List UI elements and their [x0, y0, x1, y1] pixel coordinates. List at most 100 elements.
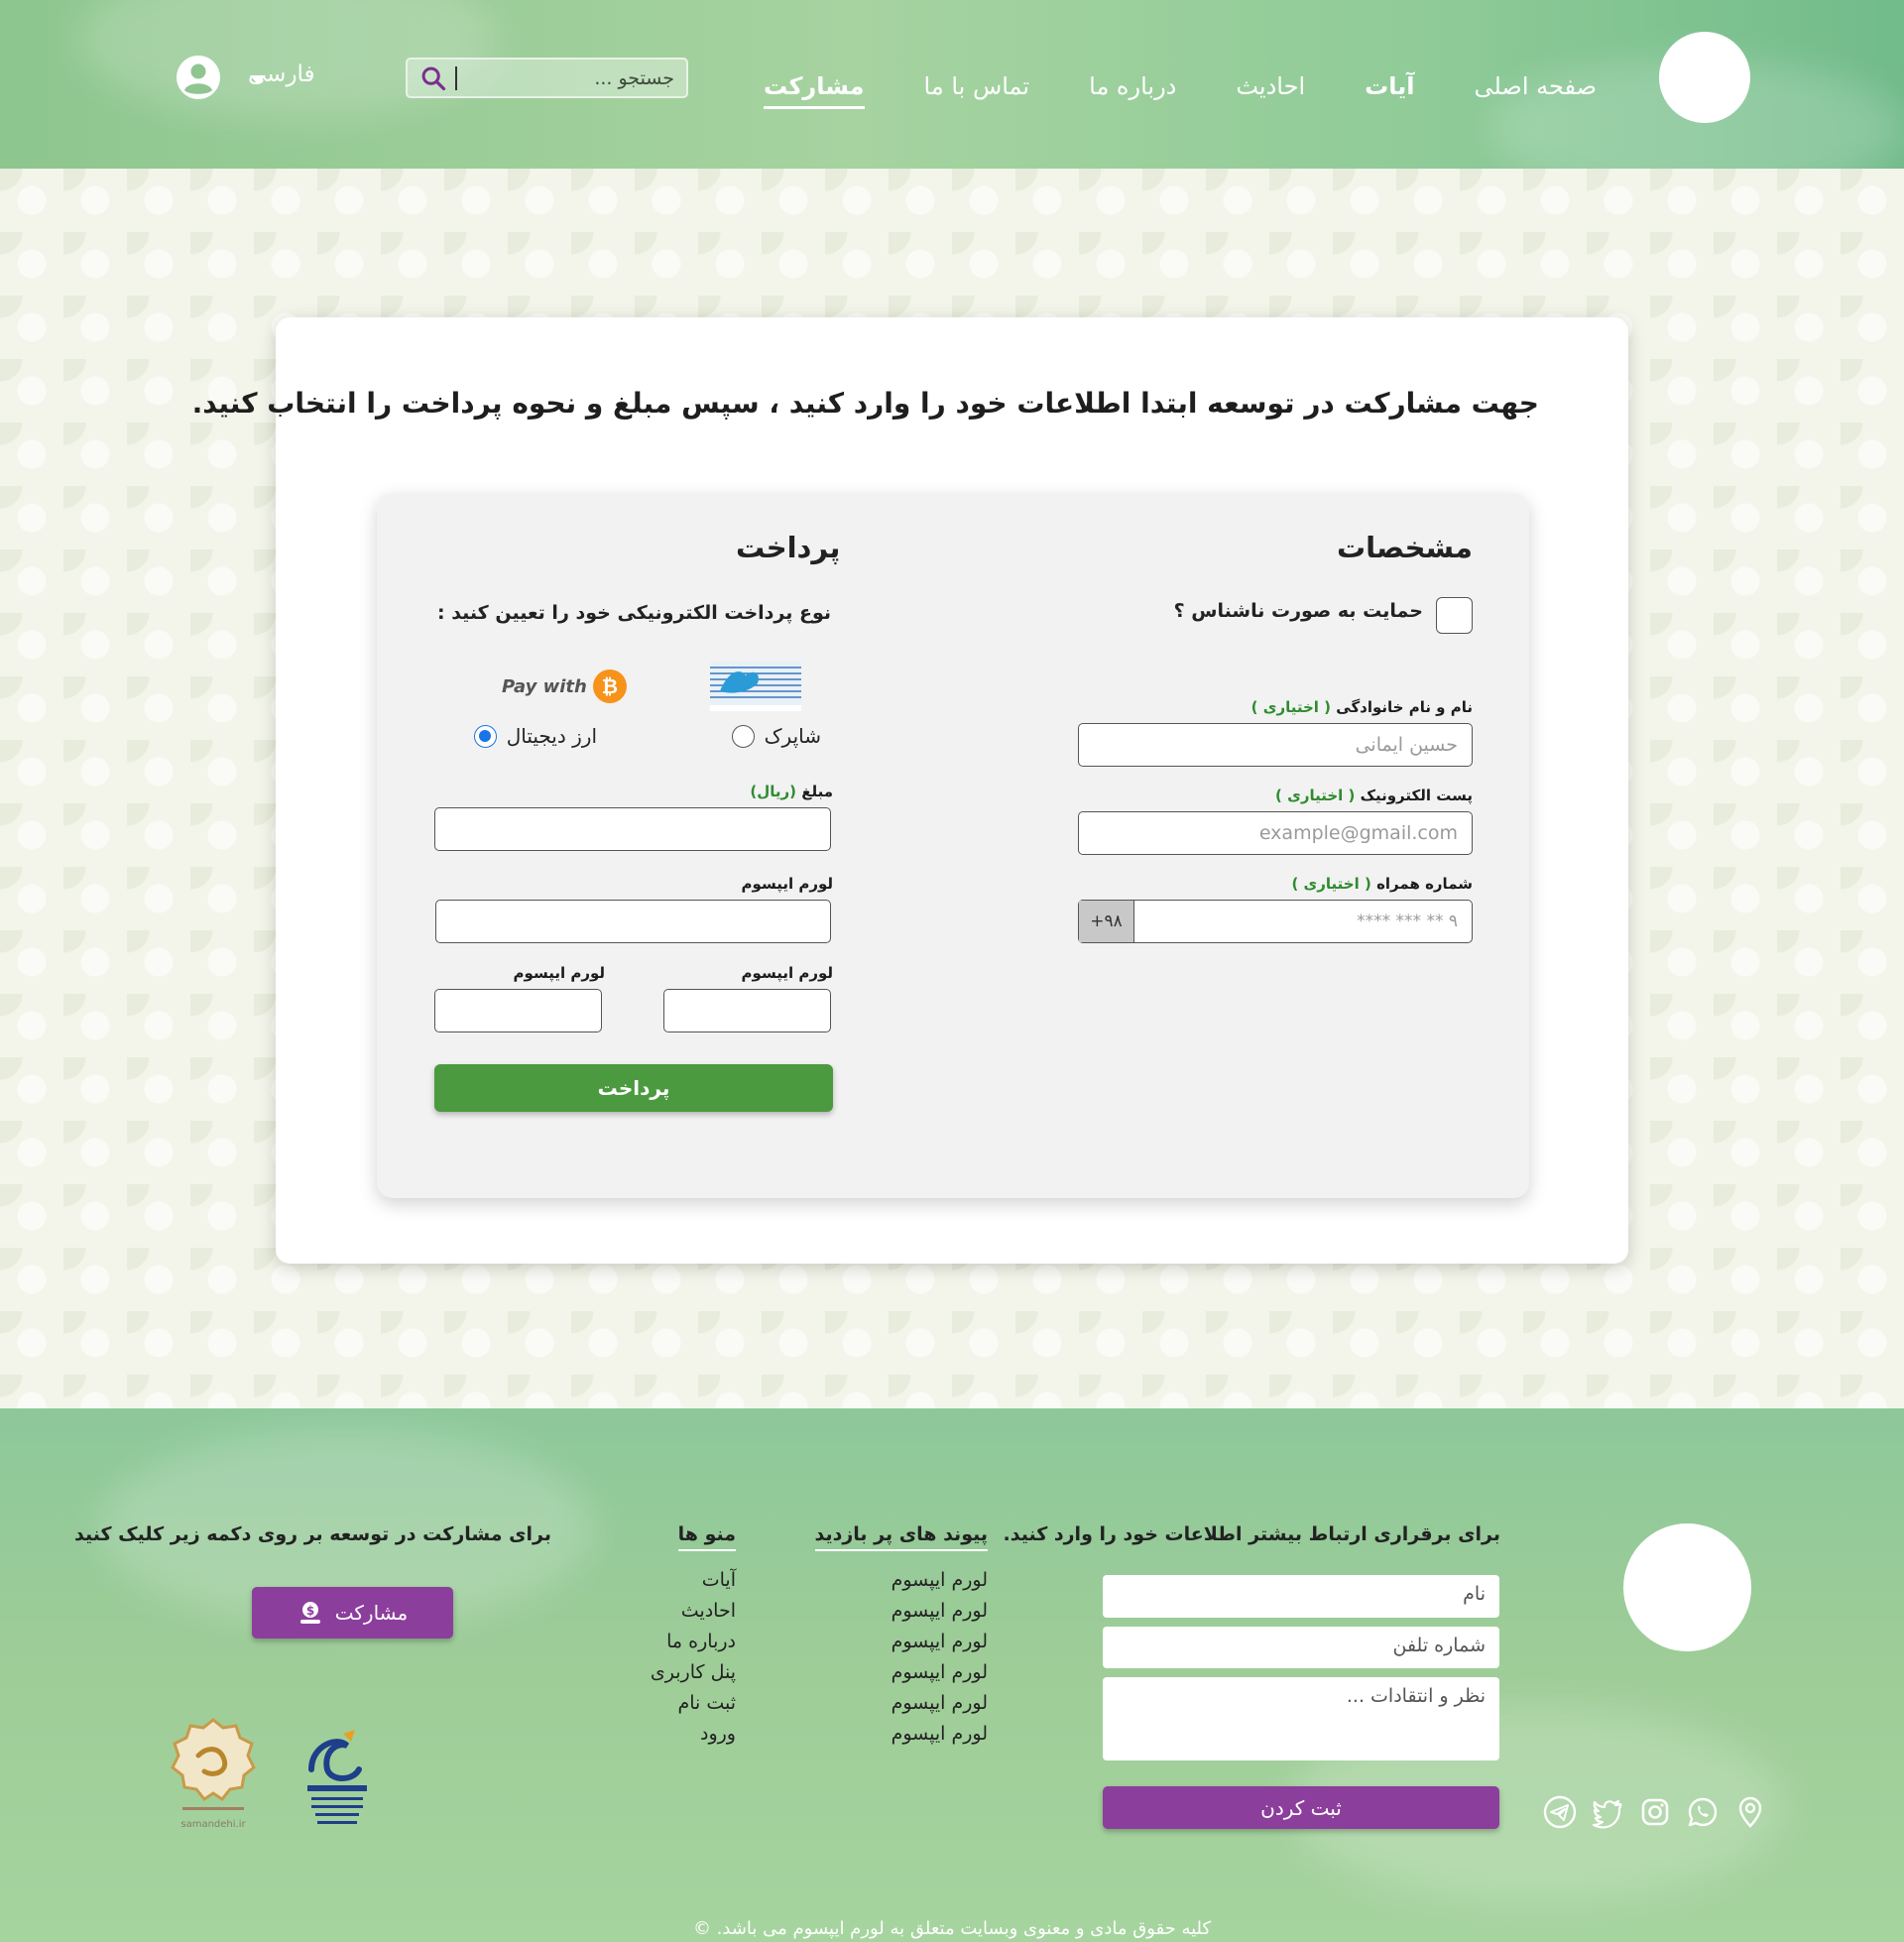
phone-placeholder: ۹ ** *** ****: [1357, 911, 1458, 931]
radio-button-selected[interactable]: [473, 724, 497, 748]
menu-heading: منو ها: [677, 1523, 736, 1551]
search-icon[interactable]: [419, 64, 447, 92]
nav-participate[interactable]: مشارکت: [764, 68, 865, 109]
copyright-text: کلیه حقوق مادی و معنوی وبسایت متعلق به ل…: [0, 1918, 1904, 1939]
crypto-label: ارز دیجیتال: [506, 724, 597, 748]
shaparak-logo: [710, 662, 801, 711]
popular-link[interactable]: لورم ایپسوم: [892, 1627, 988, 1657]
copyright-icon: ©: [692, 1918, 711, 1939]
optional-hint: ( اختیاری ): [1250, 698, 1332, 716]
field3-label: لورم ایپسوم: [741, 964, 833, 982]
popular-links-heading: پیوند های پر بازدید: [814, 1523, 988, 1551]
details-title: مشخصات: [1337, 531, 1473, 564]
footer-menu-item[interactable]: آیات: [651, 1565, 736, 1596]
name-label-text: نام و نام خانوادگی: [1336, 698, 1473, 716]
name-field[interactable]: حسین ایمانی: [1078, 723, 1473, 767]
popular-link[interactable]: لورم ایپسوم: [892, 1596, 988, 1627]
payment-type-label: نوع پرداخت الکترونیکی خود را تعیین کنید …: [436, 602, 831, 624]
participate-button[interactable]: مشارکت $: [252, 1587, 453, 1639]
site-footer: برای برقراری ارتباط بیشتر اطلاعات خود را…: [0, 1408, 1904, 1942]
footer-menu-item[interactable]: پنل کاربری: [651, 1657, 736, 1688]
samandehi-text: samandehi.ir: [180, 1819, 246, 1830]
phone-label: شماره همراه ( اختیاری ): [1291, 875, 1473, 893]
search-input[interactable]: جستجو ...: [406, 58, 688, 98]
page-heading: جهت مشارکت در توسعه ابتدا اطلاعات خود را…: [191, 387, 1539, 420]
footer-menu-item[interactable]: درباره ما: [651, 1627, 736, 1657]
radio-button[interactable]: [731, 724, 755, 748]
submit-label: ثبت کردن: [1260, 1795, 1342, 1820]
popular-links-list: لورم ایپسوم لورم ایپسوم لورم ایپسوم لورم…: [892, 1565, 988, 1750]
whatsapp-icon[interactable]: [1686, 1795, 1720, 1829]
footer-menu-item[interactable]: احادیث: [651, 1596, 736, 1627]
footer-menu-item[interactable]: ورود: [651, 1719, 736, 1750]
radio-crypto[interactable]: ارز دیجیتال: [473, 724, 597, 748]
svg-text:$: $: [306, 1604, 314, 1618]
telegram-icon[interactable]: [1543, 1795, 1577, 1829]
pay-button[interactable]: پرداخت: [434, 1064, 833, 1112]
samandehi-badge[interactable]: samandehi.ir: [169, 1716, 258, 1835]
social-icons: [1543, 1795, 1767, 1829]
contact-phone-field[interactable]: شماره تلفن: [1103, 1627, 1499, 1668]
payment-field-2[interactable]: [435, 900, 831, 943]
submit-contact-button[interactable]: ثبت کردن: [1103, 1786, 1499, 1829]
amount-label: مبلغ (ریال): [750, 783, 833, 800]
enamad-badge[interactable]: [298, 1726, 377, 1835]
amount-field[interactable]: [434, 807, 831, 851]
popular-link[interactable]: لورم ایپسوم: [892, 1565, 988, 1596]
amount-unit: (ریال): [750, 783, 796, 800]
name-label: نام و نام خانوادگی ( اختیاری ): [1251, 698, 1473, 716]
popular-link[interactable]: لورم ایپسوم: [892, 1719, 988, 1750]
payment-field-4[interactable]: [434, 989, 602, 1032]
radio-shaparak[interactable]: شاپرک: [731, 724, 821, 748]
amount-label-text: مبلغ: [801, 783, 833, 800]
shaparak-label: شاپرک: [764, 724, 821, 748]
optional-hint: ( اختیاری ): [1275, 787, 1356, 804]
nav-about[interactable]: درباره ما: [1089, 68, 1176, 100]
bitcoin-logo: Pay with ₿: [502, 669, 627, 703]
payment-field-3[interactable]: [663, 989, 831, 1032]
email-field[interactable]: example@gmail.com: [1078, 811, 1473, 855]
nav-contact[interactable]: تماس با ما: [924, 68, 1030, 100]
popular-link[interactable]: لورم ایپسوم: [892, 1657, 988, 1688]
cta-heading: برای مشارکت در توسعه بر روی دکمه زیر کلی…: [73, 1523, 551, 1545]
footer-logo[interactable]: [1623, 1523, 1751, 1651]
optional-hint: ( اختیاری ): [1291, 875, 1371, 893]
popular-link[interactable]: لورم ایپسوم: [892, 1688, 988, 1719]
payment-title: پرداخت: [736, 531, 841, 564]
contact-comment-field[interactable]: نظر و انتقادات ...: [1103, 1677, 1499, 1760]
nav-verses[interactable]: آیات: [1365, 68, 1414, 100]
main-nav: صفحه اصلی آیات احادیث درباره ما تماس با …: [764, 0, 1597, 169]
name-placeholder: حسین ایمانی: [1355, 734, 1458, 756]
contact-phone-placeholder: شماره تلفن: [1392, 1635, 1486, 1656]
nav-hadiths[interactable]: احادیث: [1236, 68, 1305, 100]
search-placeholder: جستجو ...: [594, 66, 674, 89]
paywith-text: Pay with: [502, 675, 587, 697]
anonymous-label: حمایت به صورت ناشناس ؟: [1173, 600, 1423, 622]
form-panel: مشخصات حمایت به صورت ناشناس ؟ نام و نام …: [377, 493, 1529, 1198]
footer-menu-item[interactable]: ثبت نام: [651, 1688, 736, 1719]
bitcoin-icon: ₿: [592, 669, 627, 703]
copyright-label: کلیه حقوق مادی و معنوی وبسایت متعلق به ل…: [716, 1918, 1212, 1939]
nav-home[interactable]: صفحه اصلی: [1474, 68, 1597, 100]
phone-field[interactable]: +۹۸ ۹ ** *** ****: [1078, 900, 1473, 943]
contact-comment-placeholder: نظر و انتقادات ...: [1346, 1685, 1486, 1707]
location-icon[interactable]: [1733, 1795, 1767, 1829]
email-placeholder: example@gmail.com: [1258, 822, 1458, 844]
country-code: +۹۸: [1079, 901, 1134, 942]
phone-label-text: شماره همراه: [1376, 875, 1473, 893]
donate-icon: $: [299, 1602, 320, 1624]
contact-heading: برای برقراری ارتباط بیشتر اطلاعات خود را…: [1003, 1523, 1501, 1545]
instagram-icon[interactable]: [1638, 1795, 1672, 1829]
user-account-icon[interactable]: [176, 55, 221, 100]
anonymous-checkbox[interactable]: [1436, 597, 1473, 634]
participation-card: جهت مشارکت در توسعه ابتدا اطلاعات خود را…: [191, 317, 1628, 1264]
site-logo[interactable]: [1659, 32, 1750, 123]
field4-label: لورم ایپسوم: [513, 964, 605, 982]
twitter-icon[interactable]: [1591, 1795, 1624, 1829]
chevron-down-icon[interactable]: [250, 75, 266, 84]
participate-label: مشارکت: [334, 1601, 409, 1625]
site-header: صفحه اصلی آیات احادیث درباره ما تماس با …: [0, 0, 1904, 169]
footer-menu-list: آیات احادیث درباره ما پنل کاربری ثبت نام…: [651, 1565, 736, 1750]
email-label-text: پست الکترونیک: [1360, 787, 1473, 804]
contact-name-field[interactable]: نام: [1103, 1575, 1499, 1618]
